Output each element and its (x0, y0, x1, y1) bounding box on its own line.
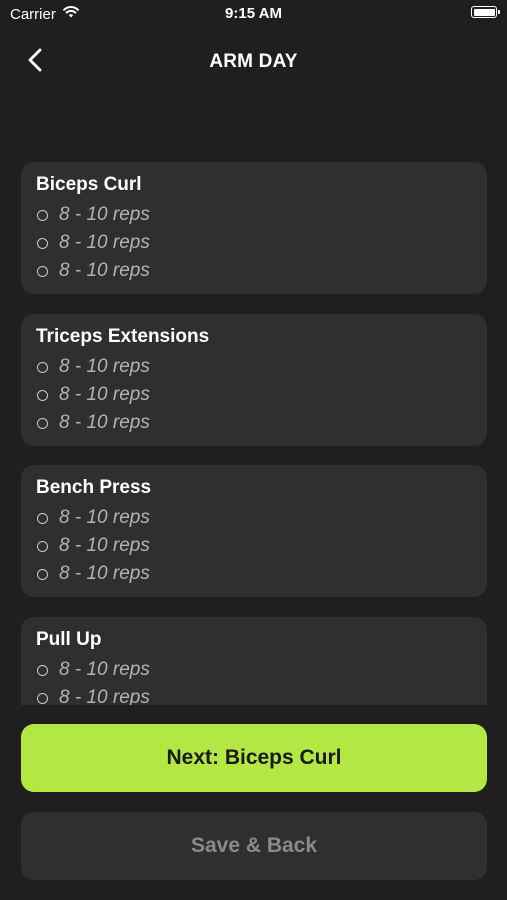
exercise-name: Biceps Curl (36, 174, 142, 195)
set-reps: 8 - 10 reps (59, 260, 150, 281)
exercise-card[interactable]: Biceps Curl 8 - 10 reps 8 - 10 reps 8 - … (21, 162, 487, 294)
set-checkbox-icon[interactable] (37, 265, 48, 277)
set-reps: 8 - 10 reps (59, 204, 150, 225)
set-reps: 8 - 10 reps (59, 659, 150, 680)
exercise-name: Pull Up (36, 629, 102, 650)
set-reps: 8 - 10 reps (59, 687, 150, 705)
set-reps: 8 - 10 reps (59, 412, 150, 433)
set-row[interactable]: 8 - 10 reps (37, 686, 150, 705)
exercise-name: Bench Press (36, 477, 152, 498)
set-row[interactable]: 8 - 10 reps (37, 534, 150, 558)
page-title: ARM DAY (209, 51, 298, 72)
set-row[interactable]: 8 - 10 reps (37, 231, 150, 255)
nav-bar: ARM DAY (0, 40, 507, 80)
set-reps: 8 - 10 reps (59, 232, 150, 253)
battery-full-icon (471, 6, 500, 18)
exercise-card[interactable]: Bench Press 8 - 10 reps 8 - 10 reps 8 - … (21, 465, 487, 597)
set-row[interactable]: 8 - 10 reps (37, 259, 150, 283)
set-reps: 8 - 10 reps (59, 507, 150, 528)
set-row[interactable]: 8 - 10 reps (37, 383, 150, 407)
set-row[interactable]: 8 - 10 reps (37, 355, 150, 379)
set-checkbox-icon[interactable] (37, 209, 48, 221)
set-checkbox-icon[interactable] (37, 417, 48, 429)
exercise-card[interactable]: Pull Up 8 - 10 reps 8 - 10 reps (21, 617, 487, 705)
set-checkbox-icon[interactable] (37, 361, 48, 373)
set-row[interactable]: 8 - 10 reps (37, 506, 150, 530)
set-reps: 8 - 10 reps (59, 384, 150, 405)
set-checkbox-icon[interactable] (37, 568, 48, 580)
set-reps: 8 - 10 reps (59, 563, 150, 584)
status-time: 9:15 AM (225, 5, 282, 22)
status-bar: Carrier 9:15 AM (0, 0, 507, 28)
set-reps: 8 - 10 reps (59, 535, 150, 556)
set-checkbox-icon[interactable] (37, 540, 48, 552)
set-checkbox-icon[interactable] (37, 512, 48, 524)
set-reps: 8 - 10 reps (59, 356, 150, 377)
save-and-back-button[interactable]: Save & Back (21, 812, 487, 880)
set-checkbox-icon[interactable] (37, 237, 48, 249)
set-checkbox-icon[interactable] (37, 692, 48, 704)
set-checkbox-icon[interactable] (37, 664, 48, 676)
exercise-list[interactable]: Biceps Curl 8 - 10 reps 8 - 10 reps 8 - … (0, 160, 507, 705)
set-row[interactable]: 8 - 10 reps (37, 562, 150, 586)
exercise-name: Triceps Extensions (36, 326, 210, 347)
set-row[interactable]: 8 - 10 reps (37, 658, 150, 682)
next-exercise-button[interactable]: Next: Biceps Curl (21, 724, 487, 792)
set-checkbox-icon[interactable] (37, 389, 48, 401)
exercise-card[interactable]: Triceps Extensions 8 - 10 reps 8 - 10 re… (21, 314, 487, 446)
set-row[interactable]: 8 - 10 reps (37, 411, 150, 435)
set-row[interactable]: 8 - 10 reps (37, 203, 150, 227)
